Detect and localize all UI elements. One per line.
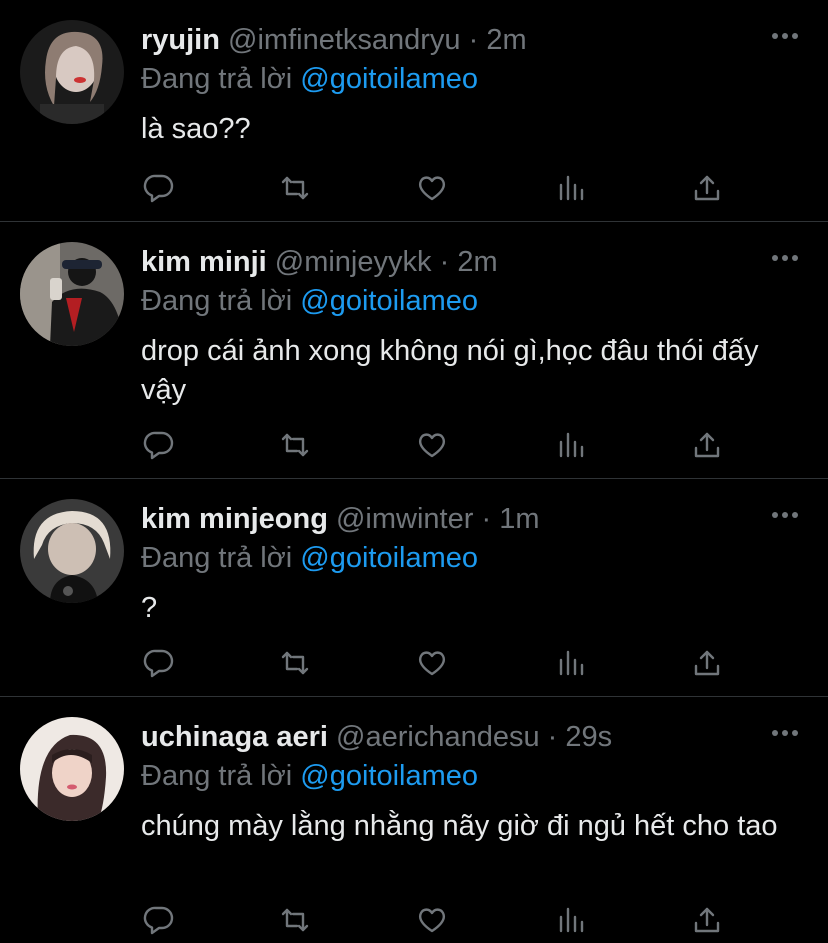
reply-icon[interactable] bbox=[141, 427, 177, 463]
separator-dot: · bbox=[547, 721, 558, 753]
tweet-header: kim minji @minjeyykk · 2m bbox=[141, 242, 804, 282]
reply-icon[interactable] bbox=[141, 645, 177, 681]
reply-prefix: Đang trả lời bbox=[141, 542, 293, 574]
more-icon[interactable] bbox=[772, 727, 798, 739]
action-bar bbox=[141, 427, 741, 463]
tweet[interactable]: kim minjeong @imwinter · 1m Đang trả lời… bbox=[0, 479, 828, 697]
timestamp[interactable]: 29s bbox=[565, 721, 612, 753]
reply-prefix: Đang trả lời bbox=[141, 285, 293, 317]
tweet[interactable]: kim minji @minjeyykk · 2m Đang trả lời @… bbox=[0, 222, 828, 479]
tweet-text: drop cái ảnh xong không nói gì,học đâu t… bbox=[141, 335, 759, 406]
tweet-text: là sao?? bbox=[141, 113, 251, 145]
separator-dot: · bbox=[468, 24, 479, 56]
tweet-text: chúng mày lằng nhằng nãy giờ đi ngủ hết … bbox=[141, 810, 778, 842]
mention-link[interactable]: @goitoilameo bbox=[300, 760, 478, 792]
reply-icon[interactable] bbox=[141, 170, 177, 206]
display-name[interactable]: kim minjeong bbox=[141, 503, 328, 535]
retweet-icon[interactable] bbox=[277, 170, 313, 206]
tweet-header: kim minjeong @imwinter · 1m bbox=[141, 499, 804, 539]
separator-dot: · bbox=[439, 246, 450, 278]
views-icon[interactable] bbox=[553, 645, 589, 681]
like-icon[interactable] bbox=[414, 645, 450, 681]
reply-prefix: Đang trả lời bbox=[141, 760, 293, 792]
views-icon[interactable] bbox=[553, 902, 589, 938]
user-handle[interactable]: @imwinter bbox=[336, 503, 473, 535]
tweet-header: ryujin @imfinetksandryu · 2m bbox=[141, 20, 804, 60]
avatar[interactable] bbox=[20, 242, 124, 346]
reply-context: Đang trả lời @goitoilameo bbox=[141, 60, 804, 98]
reply-context: Đang trả lời @goitoilameo bbox=[141, 282, 804, 320]
reply-context: Đang trả lời @goitoilameo bbox=[141, 757, 804, 795]
timestamp[interactable]: 2m bbox=[457, 246, 497, 278]
reply-prefix: Đang trả lời bbox=[141, 63, 293, 95]
like-icon[interactable] bbox=[414, 170, 450, 206]
more-icon[interactable] bbox=[772, 30, 798, 42]
mention-link[interactable]: @goitoilameo bbox=[300, 542, 478, 574]
avatar[interactable] bbox=[20, 20, 124, 124]
reply-context: Đang trả lời @goitoilameo bbox=[141, 539, 804, 577]
reply-feed: ryujin @imfinetksandryu · 2m Đang trả lờ… bbox=[0, 0, 828, 943]
views-icon[interactable] bbox=[553, 427, 589, 463]
tweet[interactable]: ryujin @imfinetksandryu · 2m Đang trả lờ… bbox=[0, 0, 828, 222]
share-icon[interactable] bbox=[689, 170, 725, 206]
avatar[interactable] bbox=[20, 499, 124, 603]
retweet-icon[interactable] bbox=[277, 645, 313, 681]
more-icon[interactable] bbox=[772, 509, 798, 521]
mention-link[interactable]: @goitoilameo bbox=[300, 285, 478, 317]
action-bar bbox=[141, 902, 741, 938]
like-icon[interactable] bbox=[414, 902, 450, 938]
views-icon[interactable] bbox=[553, 170, 589, 206]
like-icon[interactable] bbox=[414, 427, 450, 463]
tweet-text: ? bbox=[141, 592, 158, 624]
display-name[interactable]: kim minji bbox=[141, 246, 267, 278]
separator-dot: · bbox=[481, 503, 492, 535]
action-bar bbox=[141, 170, 741, 206]
tweet[interactable]: uchinaga aeri @aerichandesu · 29s Đang t… bbox=[0, 697, 828, 943]
user-handle[interactable]: @imfinetksandryu bbox=[228, 24, 461, 56]
tweet-header: uchinaga aeri @aerichandesu · 29s bbox=[141, 717, 804, 757]
display-name[interactable]: ryujin bbox=[141, 24, 220, 56]
share-icon[interactable] bbox=[689, 645, 725, 681]
display-name[interactable]: uchinaga aeri bbox=[141, 721, 328, 753]
retweet-icon[interactable] bbox=[277, 902, 313, 938]
avatar[interactable] bbox=[20, 717, 124, 821]
share-icon[interactable] bbox=[689, 902, 725, 938]
share-icon[interactable] bbox=[689, 427, 725, 463]
more-icon[interactable] bbox=[772, 252, 798, 264]
user-handle[interactable]: @aerichandesu bbox=[336, 721, 540, 753]
action-bar bbox=[141, 645, 741, 681]
mention-link[interactable]: @goitoilameo bbox=[300, 63, 478, 95]
timestamp[interactable]: 2m bbox=[486, 24, 526, 56]
reply-icon[interactable] bbox=[141, 902, 177, 938]
timestamp[interactable]: 1m bbox=[499, 503, 539, 535]
retweet-icon[interactable] bbox=[277, 427, 313, 463]
user-handle[interactable]: @minjeyykk bbox=[275, 246, 432, 278]
